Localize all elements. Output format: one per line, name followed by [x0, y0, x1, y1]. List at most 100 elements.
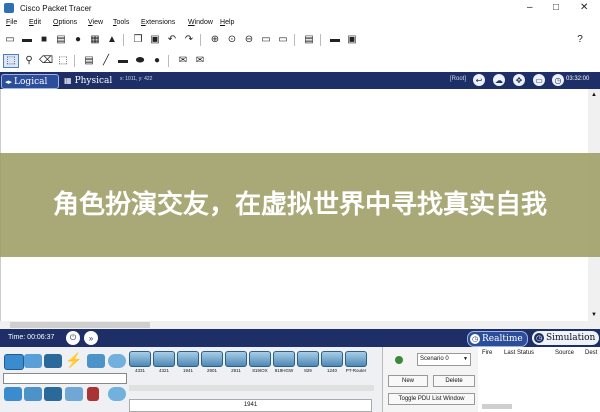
copy-icon[interactable]: ❐: [131, 34, 145, 46]
toolbar-divider: [123, 33, 124, 46]
security-subcategory-icon[interactable]: [87, 387, 99, 401]
back-icon[interactable]: ↩: [473, 74, 485, 86]
cluster-icon[interactable]: ▤: [302, 34, 316, 46]
device-item[interactable]: 829: [297, 351, 319, 379]
selected-model-name: 1941: [129, 399, 372, 412]
router-icon: [297, 351, 319, 367]
scroll-up-icon[interactable]: ▲: [591, 92, 597, 98]
info-icon[interactable]: ●: [71, 34, 85, 46]
routers-subcategory-icon[interactable]: [4, 387, 22, 401]
menu-window[interactable]: Window: [188, 19, 213, 26]
window-title: Cisco Packet Tracer: [20, 4, 92, 13]
viewport-icon[interactable]: ▣: [345, 34, 359, 46]
zoom-out-icon[interactable]: ⊖: [242, 34, 256, 46]
undo-icon[interactable]: ↶: [165, 34, 179, 46]
select-tool-icon[interactable]: ⬚: [3, 53, 19, 68]
toolbar-divider: [74, 54, 75, 67]
wan-emulation-subcategory-icon[interactable]: [108, 387, 126, 401]
tab-physical[interactable]: ▦ Physical: [61, 74, 117, 87]
menu-view[interactable]: View: [88, 19, 103, 26]
scenario-select[interactable]: Scenario 0 ▼: [417, 353, 471, 366]
help-icon[interactable]: ?: [573, 34, 587, 46]
components-category-icon[interactable]: [44, 354, 62, 368]
wireless-subcategory-icon[interactable]: [65, 387, 83, 401]
zoom-in-icon[interactable]: ⊕: [208, 34, 222, 46]
activity-grader-icon[interactable]: ▲: [105, 34, 119, 46]
scroll-down-icon[interactable]: ▼: [591, 312, 597, 318]
logical-icon: ◂▸: [5, 77, 13, 86]
pdu-table-scroll-thumb[interactable]: [482, 404, 512, 409]
device-item[interactable]: 4321: [153, 351, 175, 379]
delete-tool-icon[interactable]: ⌫: [39, 55, 53, 67]
note-tool-icon[interactable]: ▤: [82, 55, 96, 67]
end-devices-category-icon[interactable]: [24, 354, 42, 368]
inspect-tool-icon[interactable]: ⚲: [22, 55, 36, 67]
minimize-button[interactable]: –: [527, 3, 533, 13]
print-icon[interactable]: ▤: [54, 34, 68, 46]
new-file-icon[interactable]: ▭: [3, 34, 17, 46]
router-icon: [225, 351, 247, 367]
power-cycle-icon[interactable]: ⏻: [66, 331, 80, 345]
viewport-nav-icon[interactable]: ▭: [533, 74, 545, 86]
device-item[interactable]: 4331: [129, 351, 151, 379]
title-bar: Cisco Packet Tracer – □ ✕: [0, 0, 600, 18]
simulation-mode-tab[interactable]: ◷ Simulation: [532, 331, 600, 345]
root-label[interactable]: [Root]: [450, 76, 466, 82]
close-button[interactable]: ✕: [580, 3, 588, 13]
device-item[interactable]: 819HGW: [273, 351, 295, 379]
simple-pdu-icon[interactable]: ✉: [176, 55, 190, 67]
toggle-pdu-list-button[interactable]: Toggle PDU List Window: [388, 393, 475, 405]
open-folder-icon[interactable]: ▬: [20, 34, 34, 46]
fast-forward-icon[interactable]: »: [84, 331, 98, 345]
new-scenario-button[interactable]: New: [388, 375, 428, 387]
toolbar-divider: [168, 54, 169, 67]
realtime-label: Realtime: [482, 334, 523, 344]
network-devices-category-icon[interactable]: [4, 354, 24, 370]
menu-file[interactable]: File: [6, 19, 17, 26]
menu-help-rest: elp: [225, 19, 235, 26]
column-header: Last Status: [504, 350, 535, 356]
rectangle-tool-icon[interactable]: ▬: [116, 55, 130, 67]
activity-wizard-icon[interactable]: ▦: [88, 34, 102, 46]
router-icon: [345, 351, 367, 367]
device-item[interactable]: 819IOX: [249, 351, 271, 379]
freeform-tool-icon[interactable]: ●: [150, 55, 164, 67]
horizontal-scrollbar[interactable]: [0, 321, 600, 329]
device-item[interactable]: 2901: [201, 351, 223, 379]
connections-category-icon[interactable]: ⚡: [65, 352, 83, 368]
maximize-button[interactable]: □: [553, 3, 559, 13]
save-icon[interactable]: ■: [37, 34, 51, 46]
toolbar-divider: [294, 33, 295, 46]
misc-category-icon[interactable]: [87, 354, 105, 368]
line-tool-icon[interactable]: ╱: [99, 55, 113, 67]
delete-scenario-button[interactable]: Delete: [433, 375, 475, 387]
navigation-icon[interactable]: ✥: [513, 74, 525, 86]
workspace-clock: 03:32:00: [566, 76, 590, 82]
device-item[interactable]: 1941: [177, 351, 199, 379]
resize-tool-icon[interactable]: ⬚: [56, 55, 70, 67]
device-list-scrollbar[interactable]: [129, 385, 374, 391]
custom-devices-icon[interactable]: ▭: [276, 34, 290, 46]
switches-subcategory-icon[interactable]: [24, 387, 42, 401]
menu-edit[interactable]: Edit: [29, 19, 41, 26]
menu-tools[interactable]: Tools: [113, 19, 129, 26]
ellipse-tool-icon[interactable]: ⬬: [133, 55, 147, 67]
menu-extensions[interactable]: Extensions: [141, 19, 175, 26]
hubs-subcategory-icon[interactable]: [44, 387, 62, 401]
device-item[interactable]: 1240: [321, 351, 343, 379]
horizontal-scroll-thumb[interactable]: [10, 322, 150, 328]
menu-help[interactable]: Help: [220, 19, 234, 26]
realtime-mode-tab[interactable]: ◷ Realtime: [467, 331, 528, 347]
netflow-icon[interactable]: ▬: [328, 34, 342, 46]
cloud-icon[interactable]: ☁: [493, 74, 505, 86]
redo-icon[interactable]: ↷: [182, 34, 196, 46]
device-item[interactable]: PT-Router: [345, 351, 367, 379]
menu-options[interactable]: Options: [53, 19, 77, 26]
multiuser-category-icon[interactable]: [108, 354, 126, 368]
paste-icon[interactable]: ▣: [148, 34, 162, 46]
drawing-palette-icon[interactable]: ▭: [259, 34, 273, 46]
complex-pdu-icon[interactable]: ✉: [193, 55, 207, 67]
zoom-reset-icon[interactable]: ⊙: [225, 34, 239, 46]
tab-logical[interactable]: ◂▸ Logical: [1, 74, 59, 89]
device-item[interactable]: 2911: [225, 351, 247, 379]
